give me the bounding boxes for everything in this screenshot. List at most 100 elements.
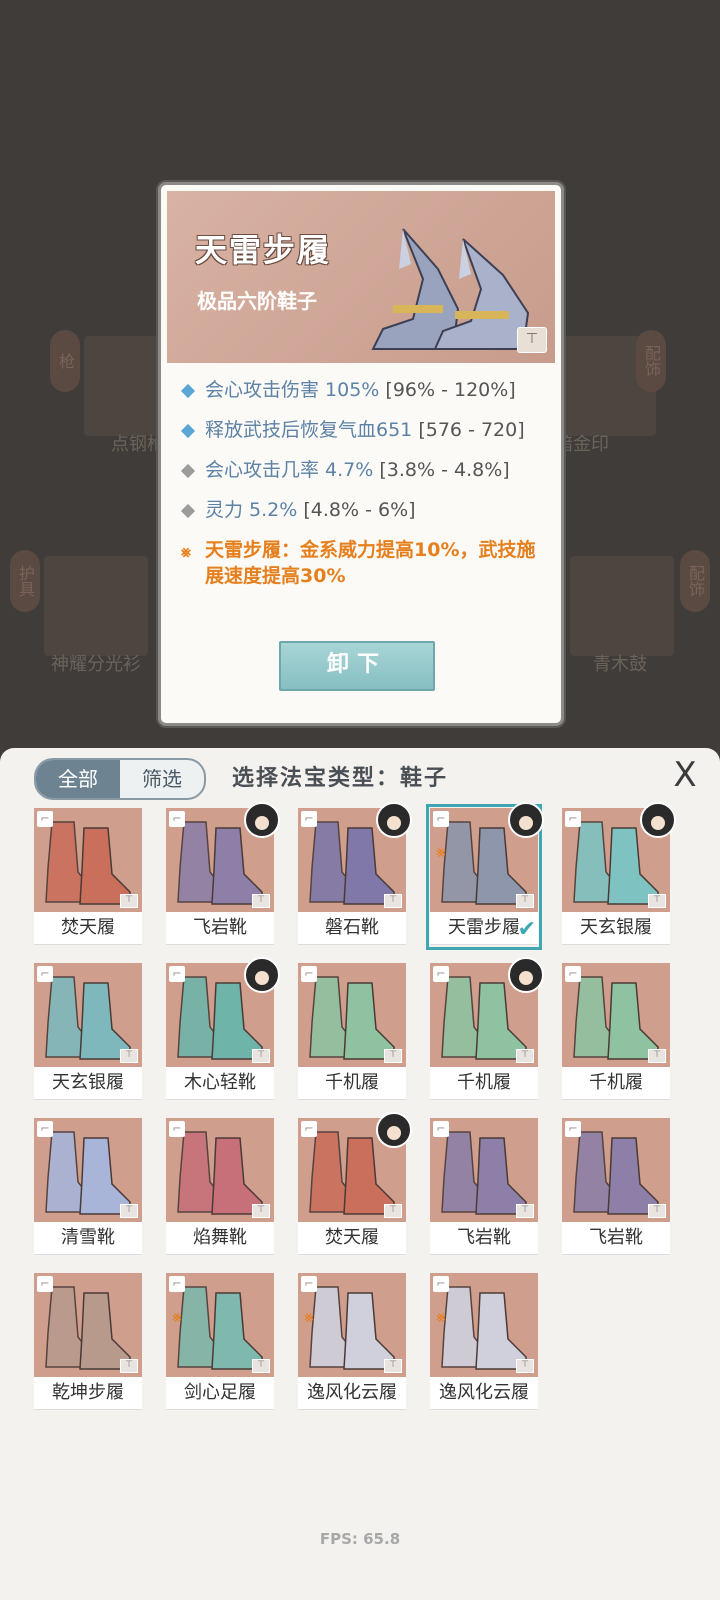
diamond-bullet-icon: [180, 383, 196, 398]
set-effect-icon: ⨳: [304, 1307, 314, 1326]
item-name: 乾坤步履: [34, 1377, 142, 1410]
selection-panel: 全部 筛选 选择法宝类型：鞋子 X ⌐ ⊤ 焚天履 ⌐ ⊤ 飞岩靴 ⌐ ⊤ 磐石靴 ⌐ ⊤ ⨳ 天雷步履…: [0, 748, 720, 1600]
slot-indicator-icon: ⊤: [648, 1204, 666, 1218]
unequip-button[interactable]: 卸下: [279, 641, 435, 691]
shoe-type-icon: ⌐: [301, 966, 317, 982]
shoe-item[interactable]: ⌐ ⊤ 乾坤步履: [34, 1273, 142, 1411]
bg-slot-tag: 枪: [50, 330, 80, 392]
equipped-by-avatar: [376, 1112, 412, 1148]
slot-indicator-icon: ⊤: [517, 327, 547, 353]
slot-indicator-icon: ⊤: [516, 1359, 534, 1373]
shoe-item[interactable]: ⌐ ⊤ 焰舞靴: [166, 1118, 274, 1256]
stat-row: 释放武技后恢复气血651 [576 - 720]: [179, 415, 549, 455]
slot-indicator-icon: ⊤: [516, 1049, 534, 1063]
item-title: 天雷步履: [195, 231, 332, 269]
item-name: 千机履: [298, 1067, 406, 1100]
item-name: 飞岩靴: [430, 1222, 538, 1255]
shoe-item[interactable]: ⌐ ⊤ 飞岩靴: [430, 1118, 538, 1256]
item-name: 千机履: [562, 1067, 670, 1100]
item-detail-popup: 天雷步履 极品六阶鞋子 ⊤ 会心攻击伤害 105% [96% - 120%] 释…: [158, 182, 564, 726]
shoe-item[interactable]: ⌐ ⊤ 千机履: [430, 957, 544, 1101]
shoe-item[interactable]: ⌐ ⊤ 千机履: [298, 963, 406, 1101]
equipped-by-avatar: [640, 802, 676, 838]
slot-indicator-icon: ⊤: [120, 894, 138, 908]
bg-slot-tag: 配饰: [636, 330, 666, 392]
stat-row: 灵力 5.2% [4.8% - 6%]: [179, 495, 549, 535]
shoe-type-icon: ⌐: [169, 1276, 185, 1292]
shoe-type-icon: ⌐: [433, 1276, 449, 1292]
slot-indicator-icon: ⊤: [516, 1204, 534, 1218]
bg-slot-tag: 配饰: [680, 550, 710, 612]
set-effect-text: 天雷步履：金系威力提高10%，武技施展速度提高30%: [205, 539, 536, 587]
popup-header: 天雷步履 极品六阶鞋子 ⊤: [167, 191, 555, 363]
shoe-type-icon: ⌐: [169, 811, 185, 827]
slot-indicator-icon: ⊤: [516, 894, 534, 908]
diamond-bullet-icon: [180, 423, 196, 438]
shoe-type-icon: ⌐: [37, 811, 53, 827]
set-effect-icon: ⨳: [436, 842, 446, 861]
equipped-by-avatar: [376, 802, 412, 838]
stat-range: [3.8% - 4.8%]: [379, 459, 510, 481]
equipped-by-avatar: [508, 802, 544, 838]
shoe-item[interactable]: ⌐ ⊤ ⨳ 天雷步履 ✔: [426, 802, 544, 950]
shoe-item[interactable]: ⌐ ⊤ 千机履: [562, 963, 670, 1101]
stat-range: [576 - 720]: [418, 419, 525, 441]
shoe-item[interactable]: ⌐ ⊤ 天玄银履: [34, 963, 142, 1101]
stat-list: 会心攻击伤害 105% [96% - 120%] 释放武技后恢复气血651 [5…: [179, 375, 549, 589]
item-name: 磐石靴: [298, 912, 406, 945]
bg-slot-armor: [44, 556, 148, 656]
shoe-item[interactable]: ⌐ ⊤ 焚天履: [34, 808, 142, 946]
shoe-type-icon: ⌐: [169, 1121, 185, 1137]
stat-text: 灵力 5.2%: [205, 499, 298, 521]
item-name: 逸风化云履: [430, 1377, 538, 1410]
item-name: 逸风化云履: [298, 1377, 406, 1410]
tab-group: 全部 筛选: [34, 758, 206, 800]
set-effect: ⨳ 天雷步履：金系威力提高10%，武技施展速度提高30%: [179, 537, 549, 589]
slot-indicator-icon: ⊤: [384, 1359, 402, 1373]
item-name: 飞岩靴: [166, 912, 274, 945]
shoe-item[interactable]: ⌐ ⊤ 磐石靴: [298, 802, 412, 946]
shoe-type-icon: ⌐: [565, 966, 581, 982]
shoe-item[interactable]: ⌐ ⊤ ⨳ 逸风化云履: [298, 1273, 406, 1411]
shoe-item[interactable]: ⌐ ⊤ ⨳ 逸风化云履: [430, 1273, 538, 1411]
slot-indicator-icon: ⊤: [648, 894, 666, 908]
shoe-type-icon: ⌐: [301, 1121, 317, 1137]
shoe-type-icon: ⌐: [565, 811, 581, 827]
bg-slot-label: 青木鼓: [593, 654, 647, 675]
shoe-item[interactable]: ⌐ ⊤ 飞岩靴: [562, 1118, 670, 1256]
slot-indicator-icon: ⊤: [252, 1204, 270, 1218]
fps-counter: FPS: 65.8: [319, 1530, 401, 1548]
equipped-by-avatar: [244, 802, 280, 838]
slot-indicator-icon: ⊤: [384, 1204, 402, 1218]
shoe-item[interactable]: ⌐ ⊤ 天玄银履: [562, 802, 676, 946]
diamond-bullet-icon: [180, 503, 196, 518]
shoe-type-icon: ⌐: [37, 1276, 53, 1292]
set-effect-icon: ⨳: [181, 542, 191, 561]
tab-filter[interactable]: 筛选: [120, 760, 204, 798]
item-name: 天玄银履: [562, 912, 670, 945]
shoe-type-icon: ⌐: [301, 811, 317, 827]
shoe-type-icon: ⌐: [433, 966, 449, 982]
stat-range: [96% - 120%]: [385, 379, 516, 401]
tab-all[interactable]: 全部: [36, 760, 120, 798]
equipped-by-avatar: [508, 957, 544, 993]
item-name: 木心轻靴: [166, 1067, 274, 1100]
shoe-item[interactable]: ⌐ ⊤ 飞岩靴: [166, 802, 280, 946]
bg-slot-accessory-2: [570, 556, 674, 656]
shoe-item[interactable]: ⌐ ⊤ 木心轻靴: [166, 957, 280, 1101]
item-name: 剑心足履: [166, 1377, 274, 1410]
shoe-type-icon: ⌐: [37, 966, 53, 982]
shoe-item[interactable]: ⌐ ⊤ ⨳ 剑心足履: [166, 1273, 274, 1411]
shoe-item[interactable]: ⌐ ⊤ 清雪靴: [34, 1118, 142, 1256]
slot-indicator-icon: ⊤: [120, 1359, 138, 1373]
stat-text: 会心攻击伤害 105%: [205, 379, 380, 401]
item-name: 千机履: [430, 1067, 538, 1100]
shoe-item[interactable]: ⌐ ⊤ 焚天履: [298, 1112, 412, 1256]
stat-text: 会心攻击几率 4.7%: [205, 459, 374, 481]
close-icon[interactable]: X: [668, 756, 702, 794]
boots-illustration-icon: [371, 228, 530, 350]
bg-slot-label: 神耀分光衫: [51, 654, 141, 675]
diamond-bullet-icon: [180, 463, 196, 478]
slot-indicator-icon: ⊤: [252, 1359, 270, 1373]
set-effect-icon: ⨳: [436, 1307, 446, 1326]
